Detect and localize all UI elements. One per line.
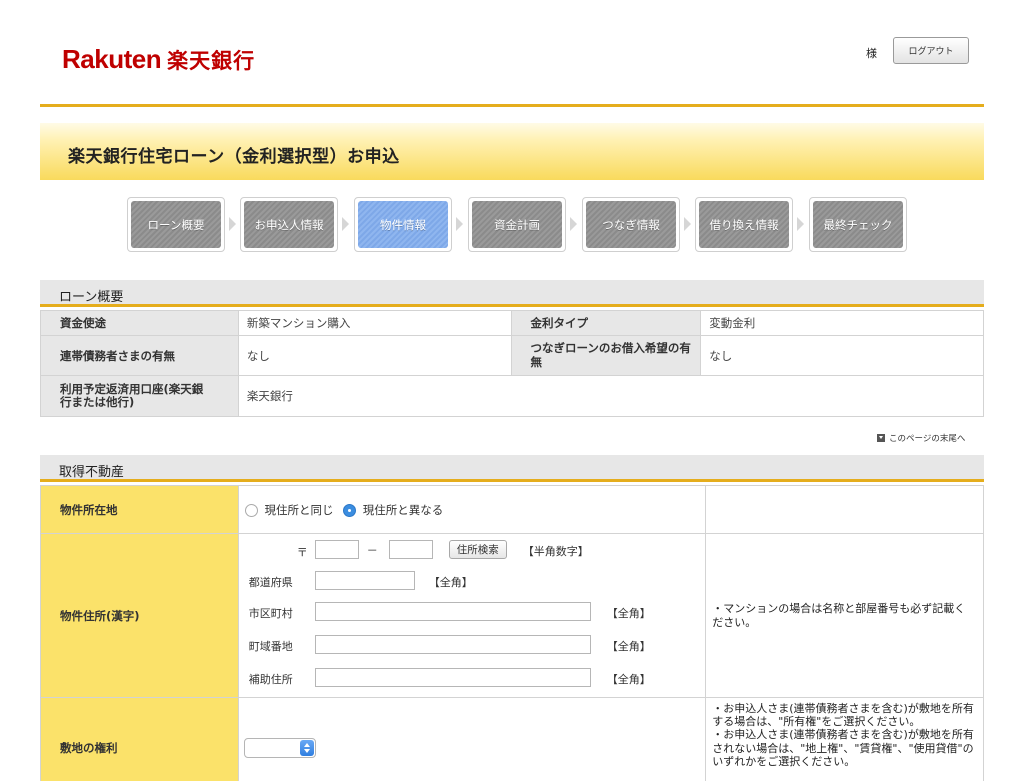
street-input[interactable] (314, 635, 591, 654)
extra-address-label: 補助住所 (248, 673, 293, 686)
step-arrow-icon (342, 217, 349, 231)
step-arrow-icon (229, 217, 236, 231)
full-width-note: 【全角】 (606, 607, 651, 620)
step-arrow-icon (456, 217, 463, 231)
step-final-check: 最終チェック (809, 197, 907, 252)
table-row: 利用予定返済用口座(楽天銀行または他行) 楽天銀行 (40, 375, 985, 417)
table-value: なし (700, 335, 984, 376)
logout-button[interactable]: ログアウト (893, 37, 969, 64)
table-value: 楽天銀行 (237, 375, 985, 417)
address-note: ・マンションの場合は名称と部屋番号も必ず記載ください。 (705, 533, 984, 698)
prefecture-input[interactable] (314, 571, 415, 590)
section-title: 取得不動産 (59, 465, 125, 480)
select-arrows-icon (299, 740, 314, 756)
postal-code-1-input[interactable] (314, 540, 359, 559)
table-row: 物件住所(漢字) 〒 － 住所検索 【半角数字】 都道府県 【全角】 市区町村 … (40, 533, 984, 698)
step-label: 物件情報 (358, 201, 448, 248)
step-arrow-icon (797, 217, 804, 231)
table-label: 金利タイプ (510, 310, 702, 336)
table-row: 敷地の権利 ・お申込人さま(連帯債務者さまを含む)が敷地を所有する場合は、"所有… (40, 697, 984, 781)
prefecture-label: 都道府県 (248, 576, 293, 589)
table-row: 物件所在地 現住所と同じ 現住所と異なる (40, 485, 984, 534)
table-label: 利用予定返済用口座(楽天銀行または他行) (40, 375, 239, 417)
step-bridge-info: つなぎ情報 (582, 197, 680, 252)
table-value: なし (237, 335, 512, 376)
page-end-link[interactable]: このページの末尾へ (877, 432, 965, 444)
full-width-note: 【全角】 (606, 640, 651, 653)
full-width-note: 【全角】 (428, 576, 473, 589)
street-label: 町域番地 (248, 640, 293, 653)
postal-code-2-input[interactable] (388, 540, 433, 559)
step-label: お申込人情報 (244, 201, 334, 248)
address-search-button[interactable]: 住所検索 (448, 540, 507, 559)
property-table: 物件所在地 現住所と同じ 現住所と異なる 物件住所(漢字) 〒 － 住所検索 【… (40, 485, 984, 781)
rakuten-bank-logo[interactable]: Rakuten 楽天銀行 (62, 44, 255, 80)
step-refinance-info: 借り換え情報 (695, 197, 793, 252)
step-label: 借り換え情報 (699, 201, 789, 248)
step-label: 最終チェック (813, 201, 903, 248)
land-rights-field (237, 697, 707, 781)
table-label: 資金使途 (40, 310, 239, 336)
table-row: 資金使途 新築マンション購入 金利タイプ 変動金利 (40, 310, 984, 336)
radio-label: 現住所と異なる (362, 502, 444, 517)
field-label: 物件所在地 (40, 485, 239, 534)
step-loan-summary: ローン概要 (127, 197, 225, 252)
step-funding-plan: 資金計画 (468, 197, 566, 252)
loan-summary-header: ローン概要 (40, 280, 984, 307)
step-arrow-icon (570, 217, 577, 231)
step-arrow-icon (684, 217, 691, 231)
step-label: つなぎ情報 (586, 201, 676, 248)
radio-same-address[interactable] (244, 503, 258, 517)
step-property-info: 物件情報 (354, 197, 452, 252)
logo-latin: Rakuten (62, 44, 162, 74)
page-end-link-label: このページの末尾へ (889, 434, 966, 444)
loan-summary-table: 資金使途 新築マンション購入 金利タイプ 変動金利 連帯債務者さまの有無 なし … (40, 310, 985, 417)
empty-note-cell (705, 485, 984, 534)
property-header: 取得不動産 (40, 455, 984, 482)
land-rights-select[interactable] (243, 738, 316, 758)
table-value: 新築マンション購入 (237, 310, 512, 336)
address-fields: 〒 － 住所検索 【半角数字】 都道府県 【全角】 市区町村 【全角】 町域番地… (237, 533, 707, 698)
section-title: ローン概要 (59, 290, 124, 305)
city-input[interactable] (314, 602, 591, 621)
logo-japanese: 楽天銀行 (167, 49, 256, 73)
table-label: 連帯債務者さまの有無 (40, 335, 239, 376)
user-name-suffix: 様 (866, 47, 877, 60)
step-label: 資金計画 (472, 201, 562, 248)
radio-different-address[interactable] (343, 503, 357, 517)
field-label: 敷地の権利 (40, 697, 239, 781)
radio-label: 現住所と同じ (264, 502, 334, 517)
half-width-note: 【半角数字】 (522, 545, 589, 558)
page-title: 楽天銀行住宅ローン（金利選択型）お申込 (68, 147, 400, 167)
step-label: ローン概要 (131, 201, 221, 248)
extra-address-input[interactable] (314, 668, 591, 687)
step-applicant-info: お申込人情報 (240, 197, 338, 252)
location-options: 現住所と同じ 現住所と異なる (237, 485, 707, 534)
city-label: 市区町村 (248, 607, 293, 620)
table-row: 連帯債務者さまの有無 なし つなぎローンのお借入希望の有無 なし (40, 335, 984, 376)
postal-dash: － (366, 544, 378, 557)
land-rights-note: ・お申込人さま(連帯債務者さまを含む)が敷地を所有する場合は、"所有権"をご選択… (705, 697, 984, 781)
page-title-band: 楽天銀行住宅ローン（金利選択型）お申込 (40, 123, 984, 180)
header-divider (40, 104, 984, 107)
postal-mark: 〒 (296, 546, 308, 559)
field-label: 物件住所(漢字) (40, 533, 239, 698)
arrow-down-icon (877, 434, 885, 442)
full-width-note: 【全角】 (606, 673, 651, 686)
table-value: 変動金利 (700, 310, 984, 336)
table-label: つなぎローンのお借入希望の有無 (510, 335, 702, 376)
